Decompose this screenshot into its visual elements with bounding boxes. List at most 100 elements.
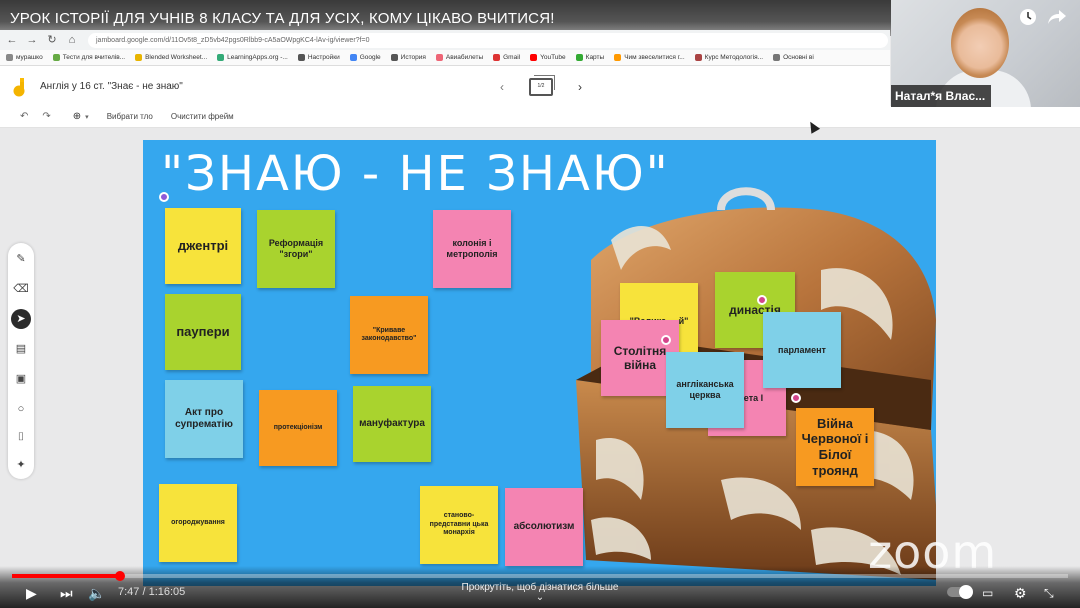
bookmark-item[interactable]: Чим звеселитися г...: [614, 54, 685, 61]
pen-icon[interactable]: ✎: [11, 249, 31, 269]
share-icon[interactable]: [1046, 8, 1068, 30]
bookmark-label: Авиабилеты: [445, 54, 484, 61]
clear-frame-button[interactable]: Очистити фрейм: [171, 112, 234, 121]
note-pin-icon: [159, 192, 169, 202]
sticky-note[interactable]: парламент: [763, 312, 841, 388]
sticky-note[interactable]: паупери: [165, 294, 241, 370]
set-background-button[interactable]: Вибрати тло: [107, 112, 153, 121]
bookmark-favicon-icon: [390, 54, 398, 61]
bookmark-item[interactable]: мурашко: [6, 54, 43, 61]
eraser-icon[interactable]: ⌫: [11, 279, 31, 299]
bookmark-label: Карты: [585, 54, 605, 61]
sticky-note-icon[interactable]: ▤: [11, 339, 31, 359]
home-icon[interactable]: ⌂: [64, 32, 80, 48]
bookmark-item[interactable]: LearningApps.org -...: [217, 54, 288, 61]
bookmark-item[interactable]: Тести для вчителів...: [52, 54, 126, 61]
bookmark-favicon-icon: [694, 54, 702, 61]
bookmark-item[interactable]: Blended Worksheet...: [135, 54, 207, 61]
bookmark-favicon-icon: [493, 54, 501, 61]
subtitles-icon[interactable]: ▭: [982, 584, 993, 602]
sticky-note[interactable]: огороджування: [159, 484, 237, 562]
note-pin-icon: [791, 393, 801, 403]
next-frame-icon[interactable]: ›: [573, 80, 587, 94]
board-title: "ЗНАЮ - НЕ ЗНАЮ": [161, 146, 670, 202]
jamboard-canvas[interactable]: "ЗНАЮ - НЕ ЗНАЮ" джентрі Реформація "згор…: [143, 140, 936, 586]
bookmark-favicon-icon: [435, 54, 443, 61]
bookmark-label: Курс Методологія...: [704, 54, 764, 61]
scroll-hint-arrow: ⌄: [535, 592, 545, 603]
reload-icon[interactable]: ↻: [44, 32, 60, 48]
bookmark-label: Основні ві: [783, 54, 814, 61]
bookmark-label: Тести для вчителів...: [62, 54, 126, 61]
sticky-note[interactable]: "Криваве законодавство": [350, 296, 428, 374]
clock-icon[interactable]: [1017, 8, 1039, 30]
bookmark-favicon-icon: [575, 54, 583, 61]
select-icon[interactable]: ➤: [11, 309, 31, 329]
bookmarks-bar: мурашко Тести для вчителів... Blended Work…: [0, 50, 890, 66]
redo-icon[interactable]: ↷: [42, 111, 50, 122]
sticky-note[interactable]: джентрі: [165, 208, 241, 284]
note-pin-icon: [757, 295, 767, 305]
bookmark-label: Blended Worksheet...: [145, 54, 208, 61]
sticky-note[interactable]: Війна Червоної і Білої троянд: [796, 408, 874, 486]
laser-icon[interactable]: ✦: [11, 455, 31, 475]
sticky-note[interactable]: Акт про супрематію: [165, 380, 243, 458]
sticky-note[interactable]: колонія і метрополія: [433, 210, 511, 288]
bookmark-label: Gmail: [503, 54, 521, 61]
video-title[interactable]: УРОК ІСТОРІЇ ДЛЯ УЧНІВ 8 КЛАСУ ТА ДЛЯ УС…: [10, 10, 555, 27]
jam-title[interactable]: Англія у 16 ст. "Знає - не знаю": [40, 81, 183, 92]
jamboard-toolbar: ↶ ↷ ⊕ ▾ Вибрати тло Очистити фрейм: [0, 106, 1080, 128]
bookmark-label: История: [400, 54, 426, 61]
autoplay-toggle[interactable]: [947, 585, 973, 599]
bookmark-favicon-icon: [217, 54, 225, 61]
settings-icon[interactable]: ⚙: [1014, 584, 1027, 602]
bookmark-label: Чим звеселитися г...: [624, 54, 685, 61]
frame-bar-icon[interactable]: 1/2: [529, 75, 555, 96]
back-icon[interactable]: ←: [4, 32, 20, 48]
bookmark-item[interactable]: Карты: [575, 54, 605, 61]
text-box-icon[interactable]: ⌷: [11, 427, 31, 447]
bookmark-item[interactable]: Основні ві: [773, 54, 814, 61]
bookmark-favicon-icon: [297, 54, 305, 61]
bookmark-label: LearningApps.org -...: [227, 54, 288, 61]
sticky-note[interactable]: абсолютизм: [505, 488, 583, 566]
presenter-face: [951, 8, 1009, 78]
forward-icon[interactable]: →: [24, 32, 40, 48]
sticky-note[interactable]: станово-представни цька монархія: [420, 486, 498, 564]
url-field[interactable]: jamboard.google.com/d/11Ov5t8_zD5vb42pgs…: [88, 32, 888, 48]
bookmark-item[interactable]: Gmail: [493, 54, 520, 61]
bookmark-favicon-icon: [530, 54, 538, 61]
browser-address-bar: ← → ↻ ⌂ jamboard.google.com/d/11Ov5t8_zD…: [0, 30, 890, 50]
zoom-icon[interactable]: ⊕: [73, 111, 81, 122]
image-icon[interactable]: ▣: [11, 369, 31, 389]
bookmark-label: YouTube: [540, 54, 566, 61]
sticky-note[interactable]: мануфактура: [353, 386, 431, 462]
participant-name: Натал*я Влас...: [891, 85, 992, 107]
bookmark-item[interactable]: История: [390, 54, 426, 61]
sticky-note[interactable]: англіканська церква: [666, 352, 744, 428]
shape-icon[interactable]: ○: [11, 399, 31, 419]
bookmark-favicon-icon: [614, 54, 622, 61]
jamboard-logo-icon: [13, 78, 25, 97]
zoom-dropdown-icon[interactable]: ▾: [85, 113, 89, 121]
bookmark-item[interactable]: Авиабилеты: [435, 54, 484, 61]
bookmark-item[interactable]: Настройки: [297, 54, 340, 61]
undo-icon[interactable]: ↶: [20, 111, 28, 122]
video-progress-bar[interactable]: [12, 571, 1068, 581]
sticky-note[interactable]: протекціонізм: [259, 390, 337, 466]
jamboard-header: Англія у 16 ст. "Знає - не знаю" ‹ 1/2 ›: [0, 66, 890, 106]
video-progress-handle[interactable]: [114, 571, 125, 581]
bookmark-item[interactable]: YouTube: [530, 54, 566, 61]
bookmark-favicon-icon: [52, 54, 60, 61]
sticky-note[interactable]: Реформація "згори": [257, 210, 335, 288]
exit-fullscreen-icon[interactable]: ⤡: [1044, 584, 1054, 602]
bookmark-item[interactable]: Google: [349, 54, 381, 61]
frame-count: 1/2: [537, 83, 545, 89]
bookmark-favicon-icon: [6, 54, 13, 61]
screen: УРОК ІСТОРІЇ ДЛЯ УЧНІВ 8 КЛАСУ ТА ДЛЯ УС…: [0, 0, 1080, 608]
video-progress-fill: [12, 574, 120, 578]
bookmark-label: мурашко: [16, 54, 43, 61]
prev-frame-icon[interactable]: ‹: [495, 80, 509, 94]
bookmark-item[interactable]: Курс Методологія...: [694, 54, 764, 61]
bookmark-label: Google: [359, 54, 381, 61]
